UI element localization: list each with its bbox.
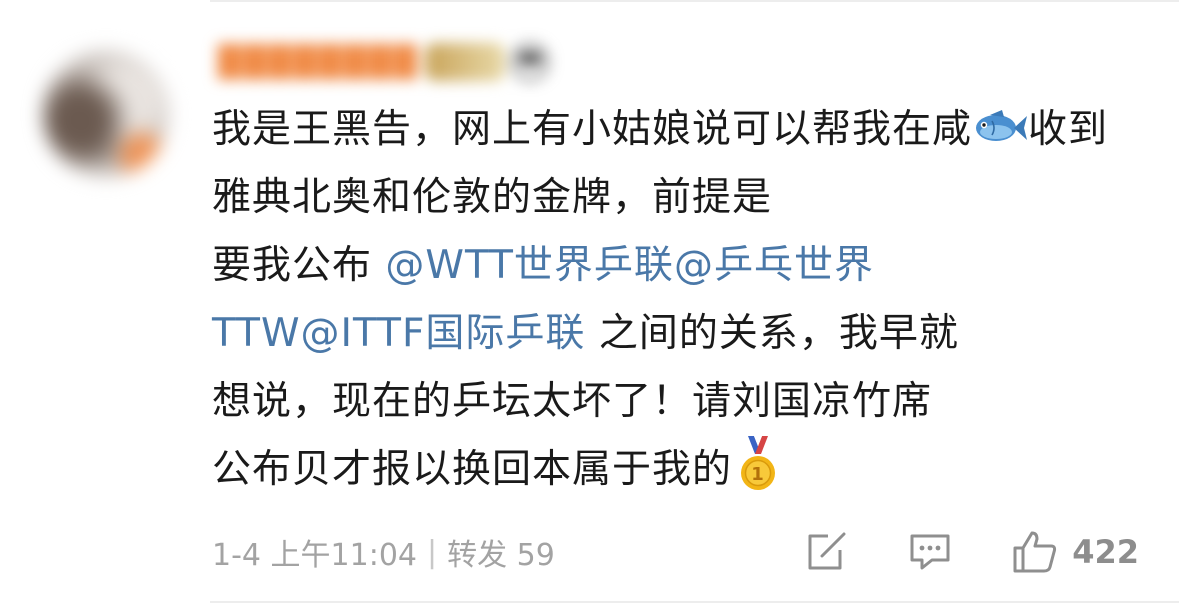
- fish-emoji-icon: [976, 110, 1028, 141]
- edit-icon: [808, 532, 846, 570]
- comment-text: 我是王黑告，网上有小姑娘说可以帮我在: [212, 107, 933, 152]
- user-badge-icon: [424, 43, 505, 81]
- top-divider: [210, 0, 1179, 2]
- repost-info[interactable]: 转发 59: [447, 530, 555, 574]
- comment-text: 要我公布: [212, 243, 386, 288]
- mention-ttw-cont[interactable]: TTW: [212, 311, 301, 356]
- mention-ttw[interactable]: @乒乓世界: [674, 243, 874, 288]
- comment-card: ████████ 我是王黑告，网上有小姑娘说可以帮我在咸 收到雅典北奥和伦敦的金…: [0, 0, 1179, 607]
- like-count: 422: [1072, 533, 1139, 571]
- mention-ittf[interactable]: @ITTF国际乒联: [301, 311, 586, 356]
- panda-icon: [510, 43, 549, 81]
- username[interactable]: ████████: [212, 38, 549, 86]
- like-button[interactable]: 422: [1012, 530, 1139, 574]
- separator: |: [427, 534, 438, 570]
- mention-wtt[interactable]: @WTT世界乒联: [385, 243, 674, 288]
- edit-button[interactable]: [806, 532, 848, 572]
- comment-text: 公布贝才报以换回本属于我的: [212, 447, 733, 492]
- gold-medal-emoji-icon: 1: [741, 436, 776, 490]
- comment-icon: [910, 534, 950, 570]
- comment-actions: 422: [806, 530, 1139, 574]
- comment-text: 之间的关系，我早就: [585, 311, 959, 356]
- repost-label: 转发: [447, 538, 508, 573]
- svg-text:1: 1: [751, 464, 765, 485]
- timestamp: 1-4 上午11:04: [212, 538, 417, 573]
- comment-body: 我是王黑告，网上有小姑娘说可以帮我在咸 收到雅典北奥和伦敦的金牌，前提是 要我公布…: [212, 96, 1142, 504]
- comment-text: 咸: [932, 107, 973, 152]
- bottom-divider: [210, 601, 1179, 603]
- comment-footer: 1-4 上午11:04 | 转发 59 422: [212, 524, 1139, 580]
- comment-text: 想说，现在的乒坛太坏了！请刘国凉竹席: [212, 379, 933, 424]
- repost-count: 59: [516, 538, 555, 573]
- avatar[interactable]: [42, 50, 170, 178]
- username-placeholder: ████████: [218, 44, 419, 80]
- comment-button[interactable]: [908, 532, 952, 572]
- thumbs-up-icon: [1013, 531, 1057, 573]
